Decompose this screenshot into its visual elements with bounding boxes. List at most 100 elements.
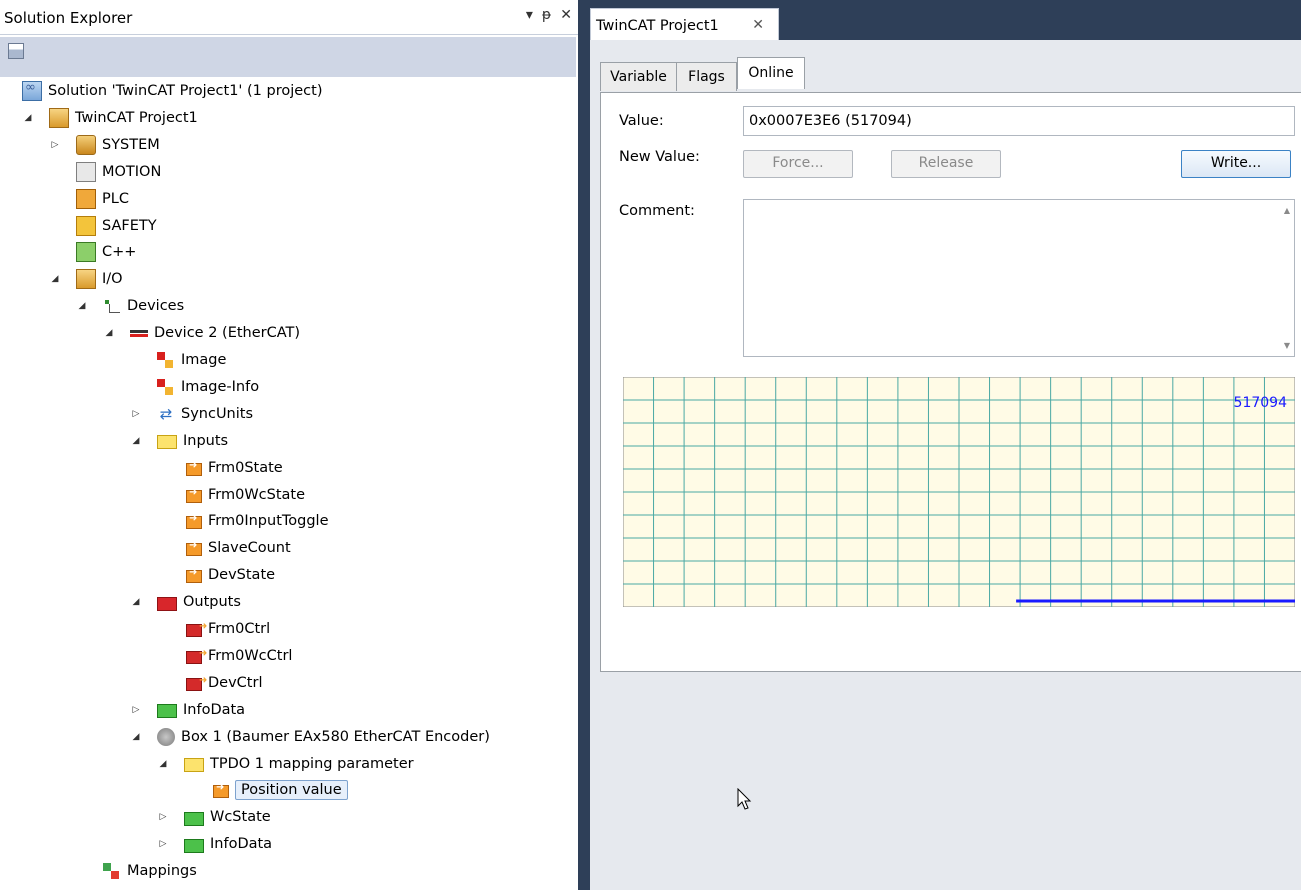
tree-item[interactable]: Frm0WcCtrl	[184, 643, 292, 669]
devices-icon	[103, 297, 121, 315]
collapse-arrow-icon[interactable]: ◢	[158, 759, 168, 769]
tree-item[interactable]: ▷ SYSTEM	[52, 132, 160, 158]
tree-item[interactable]: ▷ InfoData	[133, 697, 246, 723]
inputs-folder-icon	[184, 758, 204, 772]
collapse-arrow-icon[interactable]: ◢	[77, 301, 87, 311]
tree-item-label: Mappings	[127, 863, 197, 880]
tree-item[interactable]: ▷ InfoData	[160, 831, 273, 857]
tree-item[interactable]: Frm0Ctrl	[184, 616, 270, 642]
document-tab[interactable]: TwinCAT Project1 ✕	[590, 8, 779, 41]
solution-explorer-toolbar	[0, 37, 576, 77]
safety-icon	[76, 215, 96, 236]
tree-item[interactable]: Frm0State	[184, 455, 283, 481]
tab-online[interactable]: Online	[737, 57, 805, 89]
tree-item[interactable]: DevCtrl	[184, 670, 262, 696]
tree-item-label: Image-Info	[181, 378, 260, 395]
write-button[interactable]: Write...	[1181, 150, 1291, 178]
value-field[interactable]: 0x0007E3E6 (517094)	[743, 106, 1295, 136]
tree-item-label: Inputs	[183, 432, 229, 449]
property-tabs: Variable Flags Online	[600, 57, 1300, 93]
tree-item[interactable]: SlaveCount	[184, 535, 291, 561]
document-tab-title: TwinCAT Project1	[596, 18, 719, 34]
expand-arrow-icon[interactable]: ▷	[131, 409, 141, 419]
collapse-arrow-icon[interactable]: ◢	[131, 597, 141, 607]
properties-icon[interactable]	[8, 43, 24, 59]
tree-item[interactable]: Mappings	[103, 858, 197, 884]
scroll-down-icon[interactable]: ▼	[1284, 341, 1290, 350]
infodata-folder-icon	[184, 811, 204, 826]
tree-item-label: C++	[102, 244, 137, 261]
motion-icon	[76, 161, 96, 182]
scroll-up-icon[interactable]: ▲	[1284, 206, 1290, 215]
value-label: Value:	[619, 113, 664, 129]
tree-item-label: InfoData	[183, 701, 246, 718]
chart-svg: 517094	[623, 377, 1295, 607]
tree-item[interactable]: MOTION	[76, 159, 161, 185]
dropdown-icon[interactable]: ▾	[526, 7, 533, 23]
io-icon	[76, 269, 96, 290]
tree-item[interactable]: Frm0WcState	[184, 482, 305, 508]
tree-item[interactable]: ◢ Box 1 (Baumer EAx580 EtherCAT Encoder)	[133, 724, 490, 750]
tree-item-label: Box 1 (Baumer EAx580 EtherCAT Encoder)	[181, 728, 490, 745]
panel-splitter[interactable]	[578, 0, 590, 890]
tab-flags[interactable]: Flags	[676, 62, 737, 91]
comment-scrollbar[interactable]: ▲ ▼	[1277, 200, 1294, 356]
tree-item[interactable]: ◢ TwinCAT Project1	[25, 105, 198, 131]
input-variable-icon	[186, 540, 202, 557]
syncunits-icon	[157, 405, 175, 423]
collapse-arrow-icon[interactable]: ◢	[50, 274, 60, 284]
tree-item[interactable]: Image	[157, 347, 226, 373]
close-icon[interactable]: ✕	[560, 7, 572, 23]
pin-icon[interactable]: ᵽ	[542, 7, 551, 23]
tree-item-label: TwinCAT Project1	[75, 109, 198, 126]
tree-item-label: Frm0WcState	[208, 486, 306, 503]
tree-item-label: DevState	[208, 567, 276, 584]
solution-explorer-title: Solution Explorer	[4, 9, 133, 27]
tree-item[interactable]: PLC	[76, 186, 129, 212]
force-button[interactable]: Force...	[743, 150, 853, 178]
tree-item-label: Frm0InputToggle	[208, 513, 329, 530]
tree-item-label: InfoData	[210, 836, 273, 853]
tree-item[interactable]: Frm0InputToggle	[184, 508, 329, 534]
collapse-arrow-icon[interactable]: ◢	[131, 436, 141, 446]
comment-textarea[interactable]: ▲ ▼	[743, 199, 1295, 357]
tree-item[interactable]: ◢ Device 2 (EtherCAT)	[106, 320, 301, 346]
comment-label: Comment:	[619, 203, 695, 219]
value-trend-chart: 517094	[623, 377, 1295, 607]
tree-item[interactable]: ▷ SyncUnits	[133, 401, 254, 427]
collapse-arrow-icon[interactable]: ◢	[131, 732, 141, 742]
tree-item[interactable]: ◢ Outputs	[133, 589, 241, 615]
tab-variable[interactable]: Variable	[600, 62, 677, 91]
document-area: TwinCAT Project1 ✕ Variable Flags Online…	[590, 0, 1301, 890]
input-variable-icon	[186, 460, 202, 476]
value-text: 0x0007E3E6 (517094)	[749, 113, 912, 129]
tree-item[interactable]: Solution 'TwinCAT Project1' (1 project)	[22, 78, 323, 104]
input-variable-icon	[186, 513, 202, 530]
infodata-folder-icon	[184, 838, 204, 853]
output-variable-icon	[186, 621, 207, 637]
input-variable-icon	[186, 567, 202, 584]
expand-arrow-icon[interactable]: ▷	[158, 839, 168, 849]
input-variable-icon	[186, 487, 202, 503]
solution-explorer-titlebar: Solution Explorer ▾ ᵽ ✕	[0, 0, 578, 35]
tree-item[interactable]: ◢ I/O	[52, 266, 123, 292]
release-button[interactable]: Release	[891, 150, 1001, 178]
collapse-arrow-icon[interactable]: ◢	[104, 328, 114, 338]
tree-item[interactable]: ◢ TPDO 1 mapping parameter	[160, 751, 414, 777]
expand-arrow-icon[interactable]: ▷	[50, 140, 60, 150]
tree-item[interactable]: ◢ Inputs	[133, 428, 229, 454]
tree-item[interactable]: DevState	[184, 562, 275, 588]
tree-item-label: SYSTEM	[102, 136, 160, 153]
tree-item[interactable]: SAFETY	[76, 213, 157, 239]
tree-item[interactable]: Position value	[211, 777, 348, 803]
tree-item[interactable]: ▷ WcState	[160, 804, 271, 830]
close-tab-icon[interactable]: ✕	[752, 17, 764, 33]
tree-item-label: MOTION	[102, 163, 162, 180]
tree-item[interactable]: Image-Info	[157, 374, 259, 400]
expand-arrow-icon[interactable]: ▷	[131, 705, 141, 715]
tree-item[interactable]: ◢ Devices	[79, 293, 185, 319]
tree-item-label: Frm0Ctrl	[208, 621, 271, 637]
expand-arrow-icon[interactable]: ▷	[158, 812, 168, 822]
collapse-arrow-icon[interactable]: ◢	[23, 113, 33, 123]
tree-item[interactable]: C++	[76, 239, 136, 265]
